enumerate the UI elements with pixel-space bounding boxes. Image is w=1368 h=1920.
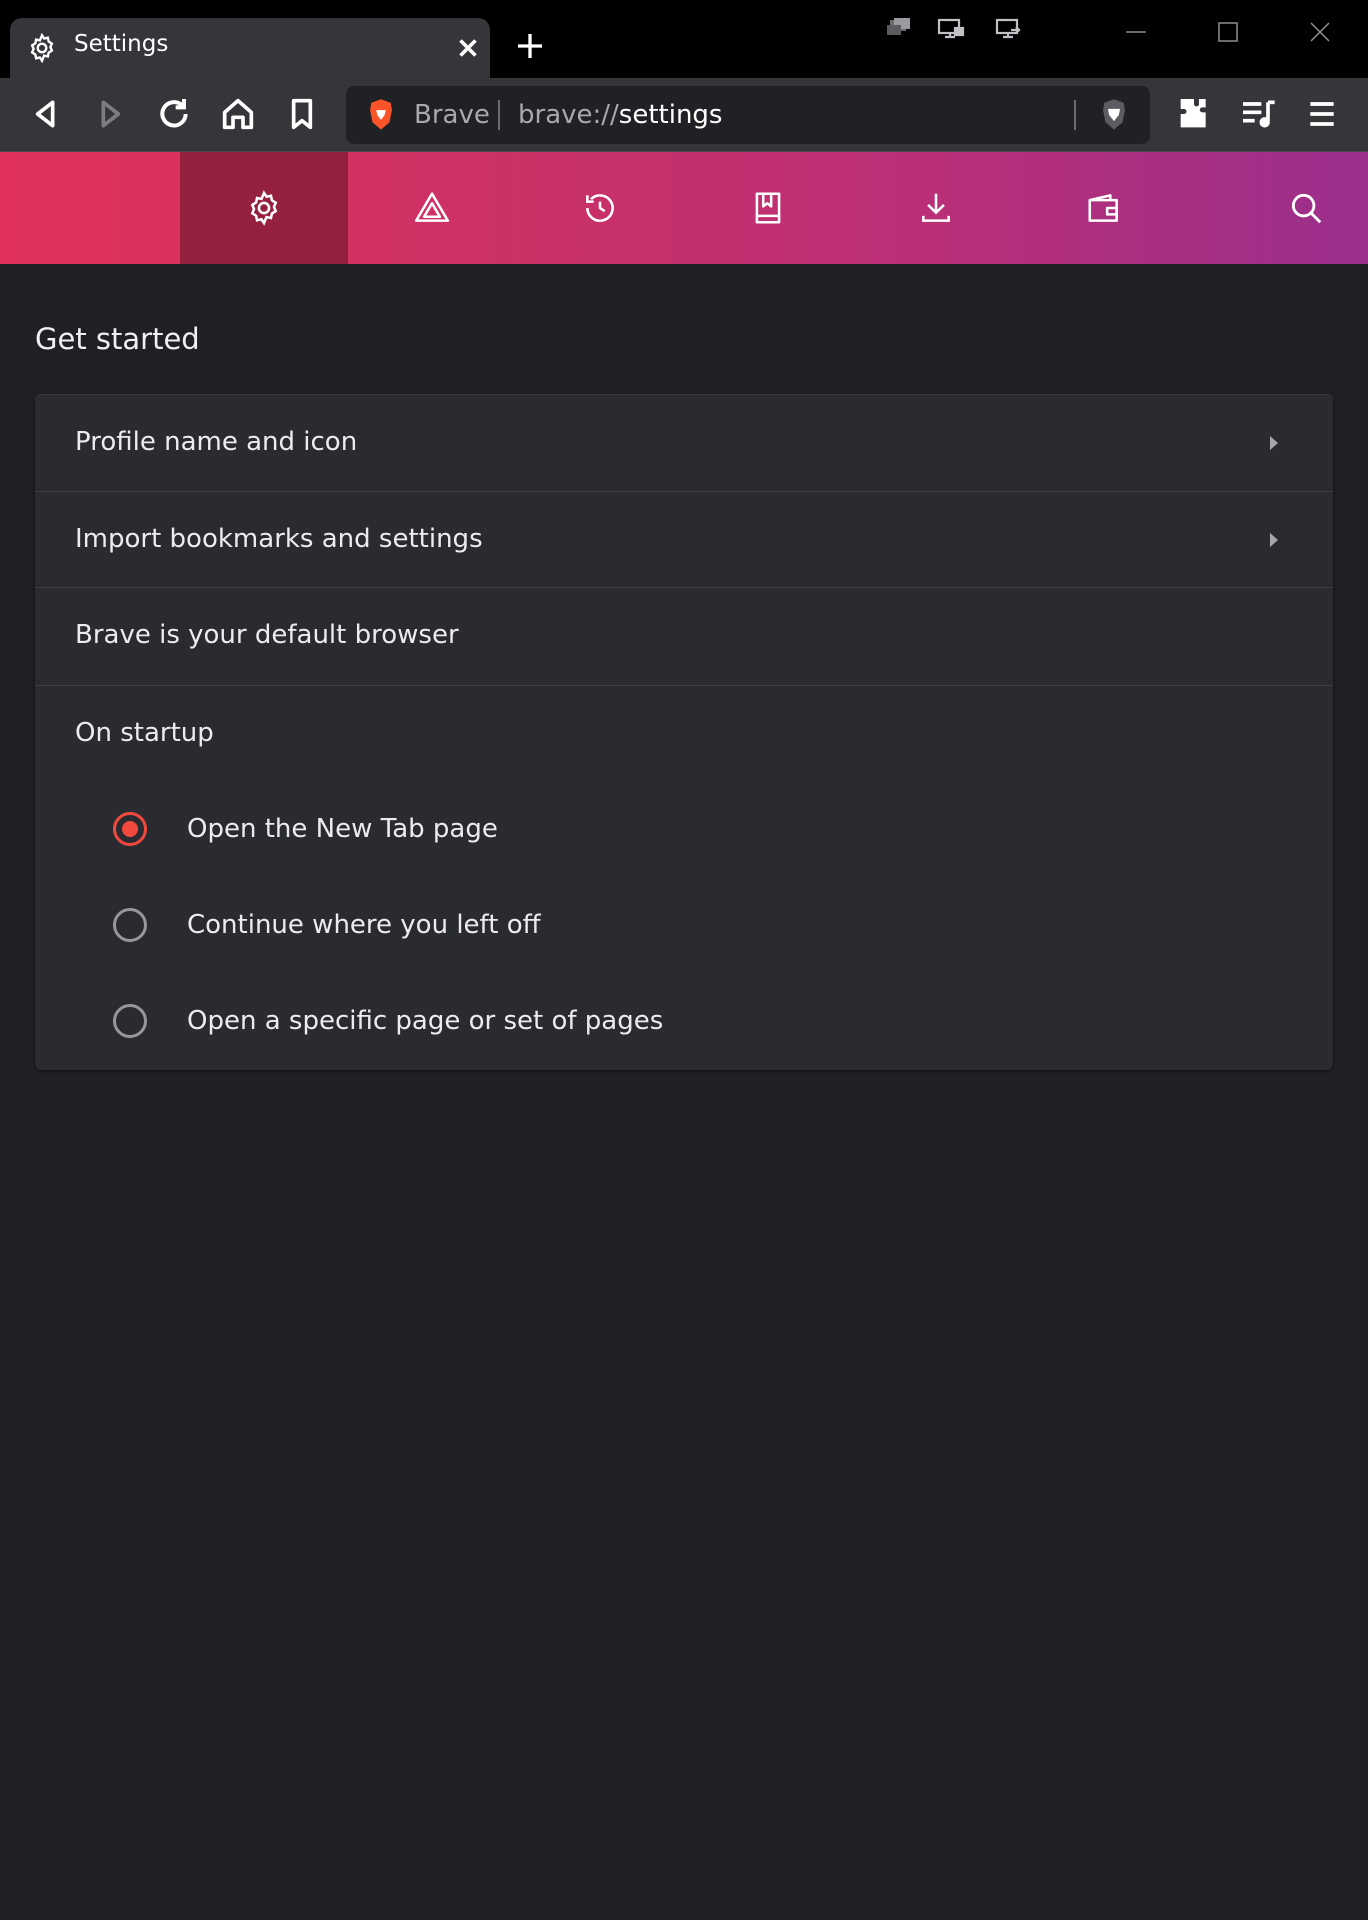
- row-label: Brave is your default browser: [75, 620, 459, 650]
- arrow-right-icon: [1270, 436, 1278, 450]
- nav-wallet[interactable]: [1020, 152, 1188, 264]
- menu-icon[interactable]: [1302, 94, 1342, 134]
- tab-title: Settings: [74, 31, 169, 57]
- gear-icon: [30, 32, 54, 64]
- radio-button-checked[interactable]: [113, 812, 147, 846]
- import-row[interactable]: Import bookmarks and settings: [35, 492, 1333, 588]
- omnibox-divider: [498, 100, 500, 130]
- nav-downloads[interactable]: [852, 152, 1020, 264]
- default-browser-row: Brave is your default browser: [35, 588, 1333, 684]
- monitor-switch-icon[interactable]: [994, 16, 1024, 42]
- back-icon[interactable]: [26, 94, 66, 134]
- media-queue-icon[interactable]: [1238, 94, 1278, 134]
- gear-icon: [250, 190, 278, 226]
- reload-icon[interactable]: [154, 94, 194, 134]
- history-icon: [586, 194, 614, 222]
- downloads-icon: [922, 193, 950, 222]
- url-host: settings: [618, 100, 723, 130]
- nav-rewards[interactable]: [348, 152, 516, 264]
- row-label: Profile name and icon: [75, 427, 358, 457]
- url-scheme: brave://: [518, 100, 619, 130]
- tab-settings[interactable]: Settings: [10, 18, 490, 78]
- row-label: Import bookmarks and settings: [75, 524, 483, 554]
- minimize-icon[interactable]: [1116, 14, 1156, 50]
- nav-bookmarks[interactable]: [684, 152, 852, 264]
- profile-row[interactable]: Profile name and icon: [35, 395, 1333, 491]
- startup-option-continue[interactable]: Continue where you left off: [35, 878, 1333, 974]
- radio-label: Continue where you left off: [187, 910, 541, 940]
- new-tab-icon[interactable]: [512, 28, 548, 64]
- radio-label: Open a specific page or set of pages: [187, 1006, 664, 1036]
- arrow-right-icon: [1270, 533, 1278, 547]
- forward-icon[interactable]: [90, 94, 130, 134]
- site-identity-label: Brave: [414, 100, 490, 130]
- close-tab-icon[interactable]: [450, 30, 486, 66]
- startup-option-specific-pages[interactable]: Open a specific page or set of pages: [35, 974, 1333, 1070]
- title-bar: Settings: [0, 0, 1368, 78]
- startup-heading-row: On startup: [35, 686, 1333, 782]
- radio-button[interactable]: [113, 908, 147, 942]
- address-bar[interactable]: Brave brave://settings: [346, 86, 1150, 144]
- brave-logo-icon: [370, 99, 392, 130]
- nav-search[interactable]: [1222, 152, 1368, 264]
- get-started-card: Profile name and icon Import bookmarks a…: [35, 394, 1333, 1070]
- search-icon: [1291, 193, 1322, 224]
- section-title: Get started: [35, 322, 200, 356]
- omnibox-divider-right: [1074, 100, 1076, 130]
- cascade-windows-icon[interactable]: [884, 16, 914, 42]
- brave-shields-icon[interactable]: [1098, 98, 1130, 132]
- settings-nav: [0, 152, 1368, 264]
- extensions-icon[interactable]: [1174, 94, 1214, 134]
- browser-toolbar: Brave brave://settings: [0, 78, 1368, 152]
- startup-heading: On startup: [75, 718, 214, 748]
- radio-label: Open the New Tab page: [187, 814, 498, 844]
- nav-history[interactable]: [516, 152, 684, 264]
- bookmark-icon[interactable]: [282, 94, 322, 134]
- url-text[interactable]: brave://settings: [518, 100, 722, 130]
- startup-option-new-tab[interactable]: Open the New Tab page: [35, 782, 1333, 878]
- radio-button[interactable]: [113, 1004, 147, 1038]
- monitor-icon[interactable]: [936, 16, 966, 42]
- close-window-icon[interactable]: [1300, 14, 1340, 50]
- bookmarks-icon: [755, 192, 781, 224]
- wallet-icon: [1088, 194, 1118, 222]
- home-icon[interactable]: [218, 94, 258, 134]
- nav-settings[interactable]: [180, 152, 348, 264]
- maximize-icon[interactable]: [1208, 14, 1248, 50]
- rewards-icon: [414, 192, 450, 222]
